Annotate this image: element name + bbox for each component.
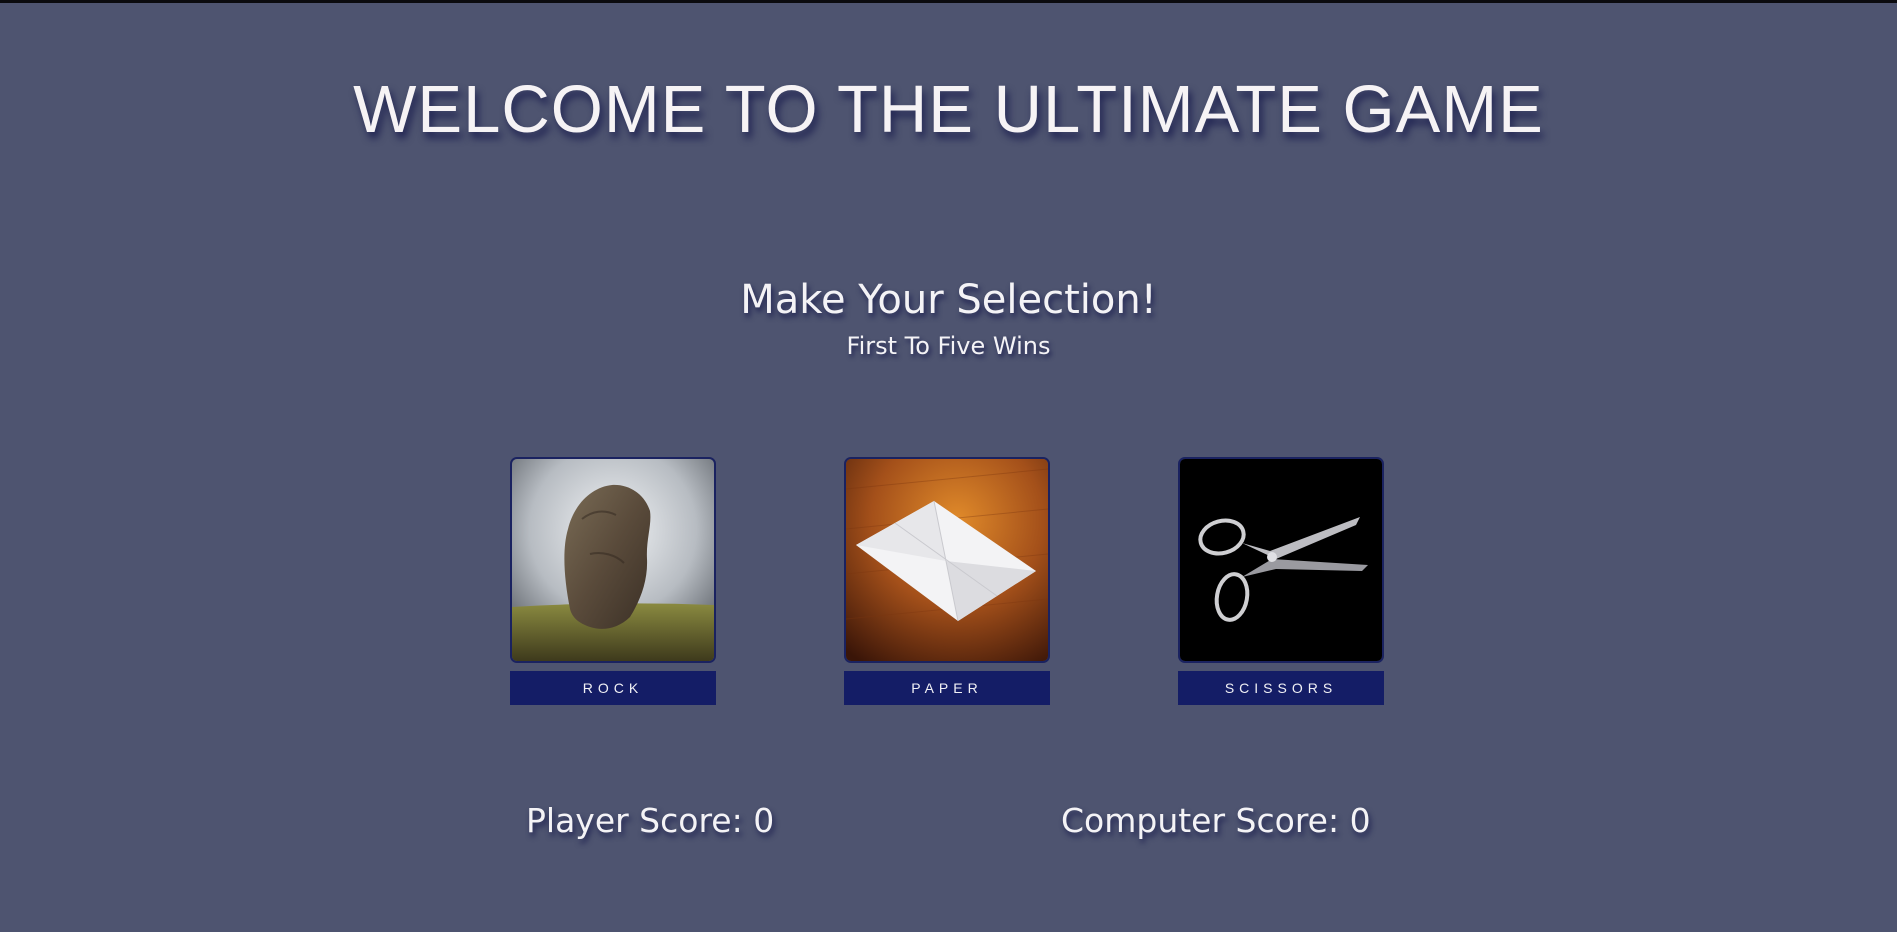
player-score-value: 0 [753, 801, 775, 840]
player-score: Player Score: 0 [526, 801, 774, 840]
rock-choice[interactable]: ROCK [510, 457, 716, 705]
scissors-button[interactable]: SCISSORS [1178, 671, 1384, 705]
page-title: WELCOME TO THE ULTIMATE GAME [353, 72, 1544, 147]
paper-icon [846, 459, 1048, 661]
computer-score: Computer Score: 0 [1061, 801, 1371, 840]
paper-image[interactable] [844, 457, 1050, 663]
scissors-image[interactable] [1178, 457, 1384, 663]
paper-button[interactable]: PAPER [844, 671, 1050, 705]
player-score-label: Player Score: [526, 801, 754, 840]
selection-heading: Make Your Selection! [740, 277, 1157, 323]
rock-icon [512, 459, 714, 661]
scissors-icon [1180, 459, 1382, 661]
paper-choice[interactable]: PAPER [844, 457, 1050, 705]
scissors-choice[interactable]: SCISSORS [1178, 457, 1384, 705]
computer-score-value: 0 [1349, 801, 1371, 840]
rules-text: First To Five Wins [846, 332, 1051, 360]
computer-score-label: Computer Score: [1061, 801, 1350, 840]
rock-button[interactable]: ROCK [510, 671, 716, 705]
rock-image[interactable] [510, 457, 716, 663]
